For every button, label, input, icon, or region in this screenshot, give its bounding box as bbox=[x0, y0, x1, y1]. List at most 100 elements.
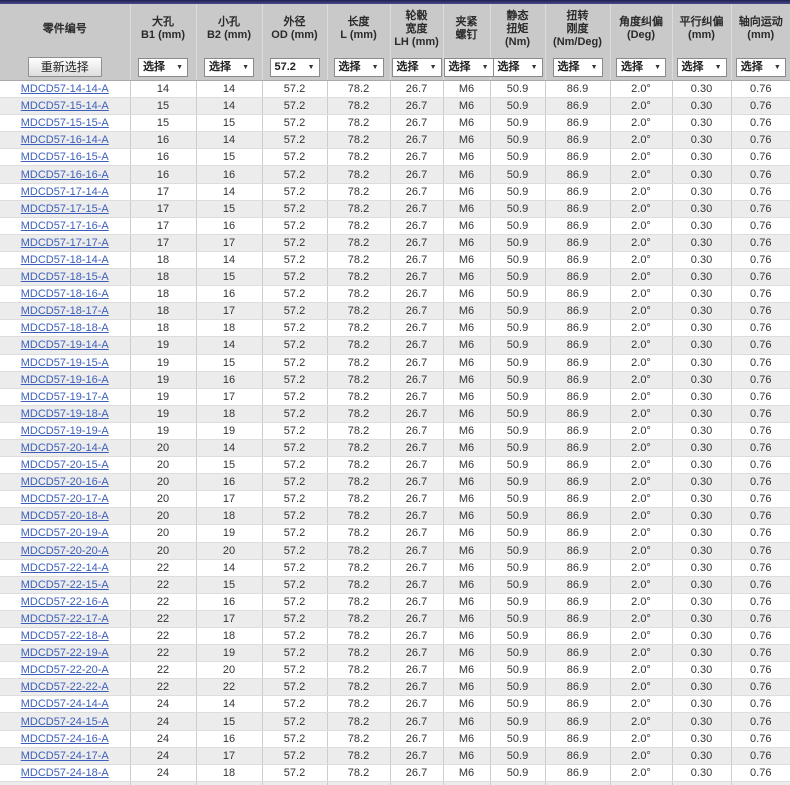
part-number-link[interactable]: MDCD57-18-16-A bbox=[21, 288, 109, 300]
cell-parallel_misalignment: 0.30 bbox=[672, 644, 732, 663]
part-number-cell: MDCD57-24-17-A bbox=[0, 747, 131, 765]
filter-dropdown-hub_width[interactable]: 选择 ▼ bbox=[391, 58, 442, 77]
cell-length: 78.2 bbox=[327, 285, 391, 304]
part-number-link[interactable]: MDCD57-22-15-A bbox=[21, 579, 109, 591]
filter-dropdown-parallel_misalignment[interactable]: 选择 ▼ bbox=[676, 58, 727, 77]
filter-dropdown-static_torque[interactable]: 选择 ▼ bbox=[492, 58, 543, 77]
cell-b2: 19 bbox=[196, 422, 263, 440]
cell-static_torque: 50.9 bbox=[490, 695, 546, 714]
part-number-link[interactable]: MDCD57-20-19-A bbox=[21, 527, 109, 539]
cell-axial_motion: 0.76 bbox=[731, 730, 790, 748]
filter-dropdown-b2[interactable]: 选择 ▼ bbox=[204, 58, 254, 77]
part-number-link[interactable]: MDCD57-18-14-A bbox=[21, 254, 109, 266]
cell-length: 78.2 bbox=[327, 644, 391, 663]
filter-dropdown-length[interactable]: 选择 ▼ bbox=[333, 58, 384, 77]
part-number-link[interactable]: MDCD57-17-14-A bbox=[21, 186, 109, 198]
header-row: 零件编号 大孔 B1 (mm) 小孔 B2 (mm) 外径 OD (mm) 长度 L (… bbox=[0, 4, 790, 54]
part-number-link[interactable]: MDCD57-19-15-A bbox=[21, 357, 109, 369]
table-row: MDCD57-14-14-A 14 14 57.2 78.2 26.7 M6 50.9 86.9… bbox=[0, 80, 790, 99]
part-number-link[interactable]: MDCD57-22-17-A bbox=[21, 613, 109, 625]
part-number-link[interactable]: MDCD57-15-14-A bbox=[21, 100, 109, 112]
cell-parallel_misalignment: 0.30 bbox=[672, 319, 732, 338]
part-number-link[interactable]: MDCD57-20-20-A bbox=[21, 545, 109, 557]
cell-od: 57.2 bbox=[262, 148, 328, 167]
table-row: MDCD57-19-18-A 19 18 57.2 78.2 26.7 M6 50.9 86.9… bbox=[0, 405, 790, 423]
part-number-cell: MDCD57-20-15-A bbox=[0, 456, 131, 475]
part-number-link[interactable]: MDCD57-19-14-A bbox=[21, 339, 109, 351]
cell-hub_width: 26.7 bbox=[390, 456, 444, 475]
filter-dropdown-axial_motion[interactable]: 选择 ▼ bbox=[735, 58, 786, 77]
cell-b2: 18 bbox=[196, 405, 263, 423]
cell-axial_motion: 0.76 bbox=[731, 764, 790, 782]
cell-b1: 19 bbox=[130, 422, 197, 440]
part-number-link[interactable]: MDCD57-16-15-A bbox=[21, 151, 109, 163]
cell-hub_width: 26.7 bbox=[390, 695, 444, 714]
filter-cell-hub_width: 选择 ▼ bbox=[390, 54, 444, 81]
cell-screw: M6 bbox=[443, 302, 491, 321]
part-number-cell: MDCD57-22-16-A bbox=[0, 593, 131, 611]
filter-dropdown-screw[interactable]: 选择 ▼ bbox=[443, 58, 494, 77]
cell-screw: M6 bbox=[443, 354, 491, 372]
part-number-link[interactable]: MDCD57-16-14-A bbox=[21, 134, 109, 146]
part-number-link[interactable]: MDCD57-18-17-A bbox=[21, 305, 109, 317]
chevron-down-icon: ▼ bbox=[176, 63, 183, 71]
part-number-link[interactable]: MDCD57-20-17-A bbox=[21, 493, 109, 505]
part-number-link[interactable]: MDCD57-17-17-A bbox=[21, 237, 109, 249]
part-number-link[interactable]: MDCD57-19-18-A bbox=[21, 408, 109, 420]
filter-dropdown-b1[interactable]: 选择 ▼ bbox=[138, 58, 188, 77]
part-number-link[interactable]: MDCD57-24-15-A bbox=[21, 716, 109, 728]
filter-dropdown-od[interactable]: 57.2 ▼ bbox=[269, 58, 320, 77]
cell-static_torque: 50.9 bbox=[490, 593, 546, 611]
cell-torsional_stiffness: 86.9 bbox=[545, 439, 611, 458]
part-number-link[interactable]: MDCD57-16-16-A bbox=[21, 169, 109, 181]
cell-axial_motion: 0.76 bbox=[731, 200, 790, 218]
part-number-link[interactable]: MDCD57-19-17-A bbox=[21, 391, 109, 403]
part-number-link[interactable]: MDCD57-20-15-A bbox=[21, 459, 109, 471]
part-number-link[interactable]: MDCD57-24-18-A bbox=[21, 767, 109, 779]
part-number-link[interactable]: MDCD57-18-15-A bbox=[21, 271, 109, 283]
cell-od: 57.2 bbox=[262, 319, 328, 338]
cell-length: 78.2 bbox=[327, 747, 391, 765]
part-number-link[interactable]: MDCD57-20-18-A bbox=[21, 510, 109, 522]
part-number-cell: MDCD57-19-16-A bbox=[0, 371, 131, 389]
part-number-link[interactable]: MDCD57-24-16-A bbox=[21, 733, 109, 745]
cell-parallel_misalignment: 0.30 bbox=[672, 251, 732, 270]
cell-hub_width: 26.7 bbox=[390, 661, 444, 680]
cell-hub_width: 26.7 bbox=[390, 524, 444, 543]
table-row: MDCD57-16-15-A 16 15 57.2 78.2 26.7 M6 50.9 86.9… bbox=[0, 148, 790, 167]
part-number-link[interactable]: MDCD57-17-15-A bbox=[21, 203, 109, 215]
filter-dropdown-value: 选择 bbox=[209, 61, 231, 73]
part-number-link[interactable]: MDCD57-14-14-A bbox=[21, 83, 109, 95]
part-number-link[interactable]: MDCD57-24-14-A bbox=[21, 698, 109, 710]
cell-torsional_stiffness: 86.9 bbox=[545, 695, 611, 714]
part-number-link[interactable]: MDCD57-22-16-A bbox=[21, 596, 109, 608]
table-row: MDCD57-19-17-A 19 17 57.2 78.2 26.7 M6 50.9 86.9… bbox=[0, 388, 790, 406]
cell-axial_motion: 0.76 bbox=[731, 712, 790, 731]
filter-dropdown-torsional_stiffness[interactable]: 选择 ▼ bbox=[552, 58, 603, 77]
part-number-link[interactable]: MDCD57-17-16-A bbox=[21, 220, 109, 232]
part-number-link[interactable]: MDCD57-19-16-A bbox=[21, 374, 109, 386]
filter-dropdown-angular_misalignment[interactable]: 选择 ▼ bbox=[616, 58, 666, 77]
part-number-link[interactable]: MDCD57-22-20-A bbox=[21, 664, 109, 676]
part-number-link[interactable]: MDCD57-22-19-A bbox=[21, 647, 109, 659]
cell-axial_motion: 0.76 bbox=[731, 371, 790, 389]
cell-static_torque: 50.9 bbox=[490, 131, 546, 150]
part-number-link[interactable]: MDCD57-22-18-A bbox=[21, 630, 109, 642]
cell-static_torque: 50.9 bbox=[490, 165, 546, 184]
part-number-link[interactable]: MDCD57-20-14-A bbox=[21, 442, 109, 454]
cell-angular_misalignment: 2.0° bbox=[610, 165, 673, 184]
part-number-link[interactable]: MDCD57-19-19-A bbox=[21, 425, 109, 437]
part-number-link[interactable]: MDCD57-15-15-A bbox=[21, 117, 109, 129]
cell-screw: M6 bbox=[443, 627, 491, 646]
part-number-link[interactable]: MDCD57-22-22-A bbox=[21, 681, 109, 693]
part-number-link[interactable]: MDCD57-22-14-A bbox=[21, 562, 109, 574]
reset-selection-button[interactable]: 重新选择 bbox=[27, 57, 102, 77]
cell-hub_width: 26.7 bbox=[390, 251, 444, 270]
cell-torsional_stiffness: 86.9 bbox=[545, 781, 611, 785]
cell-b2: 17 bbox=[196, 490, 263, 509]
part-number-link[interactable]: MDCD57-18-18-A bbox=[21, 322, 109, 334]
part-number-link[interactable]: MDCD57-20-16-A bbox=[21, 476, 109, 488]
part-number-link[interactable]: MDCD57-24-17-A bbox=[21, 750, 109, 762]
cell-b1: 22 bbox=[130, 644, 197, 663]
part-number-cell: MDCD57-17-16-A bbox=[0, 217, 131, 235]
